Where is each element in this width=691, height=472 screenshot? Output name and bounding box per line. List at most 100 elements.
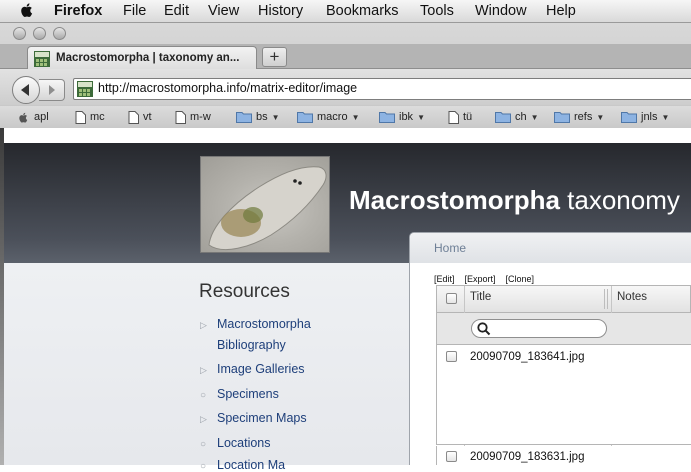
page-icon — [175, 110, 186, 124]
bookmark-m-w[interactable]: m-w — [175, 110, 211, 124]
page-icon — [448, 110, 459, 124]
bookmark-label: ibk — [399, 111, 414, 123]
chevron-down-icon: ▼ — [661, 112, 670, 122]
menu-view[interactable]: View — [208, 3, 239, 19]
bookmark-label: macro — [317, 111, 348, 123]
sidebar-item-bibliography[interactable]: ▷ Macrostomorpha — [200, 317, 311, 331]
page-icon — [128, 110, 139, 124]
circle-bullet-icon: ○ — [200, 461, 207, 472]
forward-arrow-icon — [49, 85, 55, 95]
menu-edit[interactable]: Edit — [164, 3, 189, 19]
sidebar-item-label: Bibliography — [217, 338, 286, 352]
header-specimen-photo — [200, 156, 330, 253]
apple-menu-icon[interactable] — [18, 1, 36, 19]
sidebar-item-label: Specimens — [217, 387, 279, 401]
row-title-cell[interactable]: 20090709_183631.jpg — [470, 451, 584, 463]
bookmark-folder-bs[interactable]: bs ▼ — [236, 110, 280, 124]
tab-title: Macrostomorpha | taxonomy an... — [56, 52, 240, 64]
sidebar-item-location-maps[interactable]: ○ Location Ma — [200, 458, 285, 472]
bookmark-label: ch — [515, 111, 527, 123]
clone-link[interactable]: [Clone] — [506, 274, 535, 284]
bookmark-label: jnls — [641, 111, 658, 123]
bookmark-label: vt — [143, 111, 152, 123]
column-resize-handle[interactable] — [607, 289, 608, 309]
menu-window[interactable]: Window — [475, 3, 527, 19]
back-arrow-icon — [21, 84, 29, 96]
sidebar-item-locations[interactable]: ○ Locations — [200, 436, 271, 450]
browser-tab[interactable]: Macrostomorpha | taxonomy an... — [27, 46, 257, 69]
site-favicon-icon — [77, 81, 93, 97]
menubar: Firefox File Edit View History Bookmarks… — [0, 0, 691, 23]
bookmark-label: mc — [90, 111, 105, 123]
sidebar-item-bibliography-line2[interactable]: Bibliography — [200, 338, 286, 352]
bookmark-apl[interactable]: apl — [17, 110, 49, 124]
menu-file[interactable]: File — [123, 3, 146, 19]
matrix-actions: [Edit] [Export] [Clone] — [434, 274, 544, 284]
folder-icon — [236, 112, 252, 123]
chevron-down-icon: ▼ — [417, 112, 425, 122]
bookmark-label: bs — [256, 111, 268, 123]
export-link[interactable]: [Export] — [465, 274, 496, 284]
triangle-bullet-icon: ▷ — [200, 320, 207, 330]
edit-link[interactable]: [Edit] — [434, 274, 455, 284]
triangle-bullet-icon: ▷ — [200, 365, 207, 375]
sidebar-item-label: Image Galleries — [217, 362, 305, 376]
folder-icon — [554, 112, 570, 123]
bookmark-folder-jnls[interactable]: jnls ▼ — [621, 110, 669, 124]
folder-icon — [495, 112, 511, 123]
bookmark-label: refs — [574, 111, 593, 123]
chevron-down-icon: ▼ — [596, 112, 605, 122]
new-tab-button[interactable]: + — [262, 47, 287, 67]
sidebar-item-image-galleries[interactable]: ▷ Image Galleries — [200, 362, 305, 376]
select-all-checkbox[interactable] — [446, 293, 457, 304]
back-button[interactable] — [12, 76, 40, 104]
chevron-down-icon: ▼ — [351, 112, 360, 122]
bookmark-folder-ch[interactable]: ch ▼ — [495, 110, 539, 124]
breadcrumb-home-link[interactable]: Home — [434, 241, 466, 255]
sidebar-title: Resources — [199, 281, 290, 302]
bookmark-folder-ibk[interactable]: ibk ▼ — [379, 110, 425, 124]
row-title-cell[interactable]: 20090709_183641.jpg — [470, 351, 584, 363]
bookmark-label: apl — [34, 111, 49, 123]
bookmark-vt[interactable]: vt — [128, 110, 152, 124]
url-bar[interactable]: http://macrostomorpha.info/matrix-editor… — [73, 78, 691, 100]
page-icon — [75, 110, 86, 124]
search-icon — [477, 322, 491, 336]
sidebar-item-label: Specimen Maps — [217, 411, 307, 425]
sidebar-item-specimens[interactable]: ○ Specimens — [200, 387, 279, 401]
chevron-down-icon: ▼ — [271, 112, 280, 122]
sidebar-item-label: Locations — [217, 436, 271, 450]
bookmark-label: m-w — [190, 111, 211, 123]
bookmark-folder-macro[interactable]: macro ▼ — [297, 110, 359, 124]
row-checkbox[interactable] — [446, 351, 457, 362]
column-resize-handle[interactable] — [604, 289, 605, 309]
folder-icon — [297, 112, 313, 123]
sidebar-item-specimen-maps[interactable]: ▷ Specimen Maps — [200, 411, 307, 425]
bookmark-folder-refs[interactable]: refs ▼ — [554, 110, 604, 124]
close-window-button[interactable] — [13, 27, 26, 40]
column-header-notes[interactable]: Notes — [617, 291, 647, 303]
menu-tools[interactable]: Tools — [420, 3, 454, 19]
flatworm-image — [208, 166, 327, 251]
bookmark-label: tü — [463, 111, 473, 123]
sidebar-item-label: Location Ma — [217, 458, 286, 472]
row-checkbox[interactable] — [446, 451, 457, 462]
circle-bullet-icon: ○ — [200, 439, 207, 450]
bookmark-mc[interactable]: mc — [75, 110, 105, 124]
menu-help[interactable]: Help — [546, 3, 576, 19]
zoom-window-button[interactable] — [53, 27, 66, 40]
app-menu-firefox[interactable]: Firefox — [54, 3, 102, 19]
triangle-bullet-icon: ▷ — [200, 414, 207, 424]
menu-bookmarks[interactable]: Bookmarks — [326, 3, 399, 19]
site-title-rest: taxonomy — [559, 185, 680, 215]
folder-icon — [621, 112, 637, 123]
bookmark-tu[interactable]: tü — [448, 110, 472, 124]
minimize-window-button[interactable] — [33, 27, 46, 40]
site-title: Macrostomorpha taxonomy — [349, 185, 680, 216]
sidebar-item-label: Macrostomorpha — [217, 317, 311, 331]
menu-history[interactable]: History — [258, 3, 303, 19]
url-text: http://macrostomorpha.info/matrix-editor… — [98, 81, 358, 95]
forward-button[interactable] — [39, 79, 65, 101]
title-filter-input[interactable] — [471, 319, 607, 338]
column-header-title[interactable]: Title — [470, 291, 491, 303]
